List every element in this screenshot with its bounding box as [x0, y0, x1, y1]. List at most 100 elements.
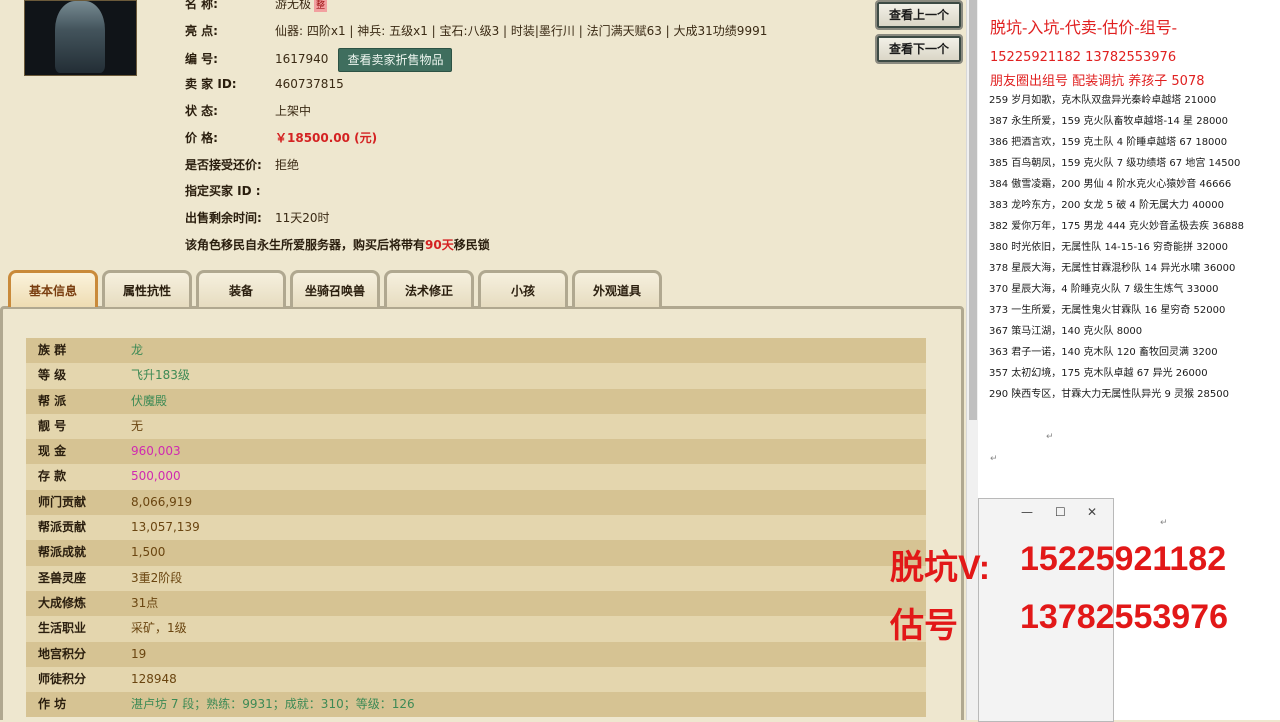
table-row: 族 群龙: [26, 338, 926, 364]
migration-days: 90天: [425, 238, 454, 252]
bargain-key: 是否接受还价:: [185, 158, 262, 172]
tab-basic-info[interactable]: 基本信息: [8, 270, 98, 307]
table-row: 圣兽灵座 3重2阶段: [26, 565, 926, 591]
list-item: 384 傲雪凌霜，200 男仙 4 阶水克火心猿妙音 46666: [989, 179, 1232, 190]
table-row: 地宫积分 19: [26, 641, 926, 667]
price-key: 价 格:: [185, 131, 218, 145]
highlight-key: 亮 点:: [185, 24, 218, 38]
table-row: 等 级 飞升183级: [26, 363, 926, 389]
table-row: 师徒积分 128948: [26, 666, 926, 693]
list-item: 382 爱你万年，175 男龙 444 克火妙音孟极去疾 36888: [989, 221, 1244, 232]
character-portrait: [24, 0, 137, 76]
row-key: 作 坊: [38, 697, 67, 712]
row-value: 飞升183级: [131, 368, 190, 383]
notes-phones: 15225921182 13782553976: [990, 50, 1177, 65]
close-icon[interactable]: ✕: [1087, 505, 1097, 519]
list-item: 387 永生所爱，159 克火队畜牧卓越塔-14 星 28000: [989, 116, 1229, 127]
row-key: 存 款: [38, 469, 67, 484]
migration-post: 移民锁: [453, 238, 490, 252]
overlay-line-2: 估号 13782553976: [890, 598, 1228, 647]
tab-appearance[interactable]: 外观道具: [572, 270, 662, 307]
table-row: 帮 派 伏魔殿: [26, 388, 926, 414]
tab-children[interactable]: 小孩: [478, 270, 568, 307]
row-key: 生活职业: [38, 621, 87, 636]
status-row: 状 态: 上架中: [185, 101, 311, 121]
overlay-label-2: 估号: [890, 607, 958, 645]
highlight-value: 仙器: 四阶x1 | 神兵: 五级x1 | 宝石:八级3 | 时装|墨行川 | …: [275, 24, 768, 38]
status-key: 状 态:: [185, 104, 218, 118]
table-row: 存 款 500,000: [26, 464, 926, 490]
row-value: 960,003: [131, 444, 181, 459]
list-item: 380 时光依旧，无属性队 14-15-16 穷奇能拼 32000: [989, 242, 1229, 253]
list-item: 357 太初幻境，175 克木队卓越 67 异光 26000: [989, 368, 1208, 379]
migration-notice: 该角色移民自永生所爱服务器，购买后将带有90天移民锁: [185, 235, 490, 255]
basic-info-table: 族 群 龙等 级 飞升183级帮 派 伏魔殿靓 号 无现 金 960,003 存 款 500,…: [26, 338, 926, 718]
table-row: 大成修炼 31点: [26, 590, 926, 617]
name-value: 游无极: [275, 0, 312, 11]
table-row: 帮派贡献 13,057,139: [26, 515, 926, 541]
tab-spell-correction[interactable]: 法术修正: [384, 270, 474, 307]
row-value: 19: [131, 646, 147, 661]
seller-row: 卖 家 ID: 460737815: [185, 74, 344, 94]
row-key: 靓 号: [38, 418, 67, 433]
name-badge: 整: [314, 0, 328, 12]
row-value: 8,066,919: [131, 494, 193, 509]
bargain-value: 拒绝: [275, 158, 300, 172]
view-next-button[interactable]: 查看下一个: [875, 34, 963, 64]
row-key: 地宫积分: [38, 646, 87, 661]
trade-detail-pane: 名 称: 游无极整 亮 点: 仙器: 四阶x1 | 神兵: 五级x1 | 宝石:八级…: [0, 0, 966, 720]
list-item: 385 百鸟朝凤，159 克火队 7 级功绩塔 67 地宫 14500: [989, 158, 1241, 169]
row-key: 大成修炼: [38, 595, 87, 610]
row-key: 帮派贡献: [38, 520, 87, 535]
view-seller-items-button[interactable]: 查看卖家折售物品: [338, 47, 453, 72]
price-row: 价 格: ￥18500.00 (元): [185, 128, 377, 148]
price-value: ￥18500.00 (元): [275, 131, 378, 145]
row-value: 龙: [131, 343, 144, 357]
row-key: 族 群: [38, 343, 67, 357]
row-key: 等 级: [38, 368, 67, 383]
status-value: 上架中: [275, 104, 312, 118]
name-row: 名 称: 游无极整: [185, 0, 328, 14]
tab-attributes[interactable]: 属性抗性: [102, 270, 192, 307]
row-value: 31点: [131, 595, 159, 610]
table-row: 作 坊 湛卢坊 7 段；熟练：9931；成就：310；等级：126: [26, 692, 926, 718]
list-item: 386 把酒言欢，159 克土队 4 阶睡卓越塔 67 18000: [989, 137, 1228, 148]
row-value: 13,057,139: [131, 520, 200, 535]
remain-row: 出售剩余时间: 11天20时: [185, 208, 330, 228]
scrollbar-thumb[interactable]: [969, 0, 977, 420]
list-item: 378 星辰大海，无属性甘霖混秒队 14 异光水啸 36000: [989, 263, 1236, 274]
table-row: 生活职业 采矿，1级: [26, 616, 926, 642]
row-key: 师徒积分: [38, 671, 87, 686]
view-previous-button[interactable]: 查看上一个: [875, 0, 963, 30]
row-value: 无: [131, 418, 144, 433]
row-value: 128948: [131, 671, 177, 686]
table-row: 现 金 960,003: [26, 439, 926, 465]
list-item: 259 岁月如歌，克木队双盘异光秦岭卓越塔 21000: [989, 95, 1217, 106]
row-value: 采矿，1级: [131, 621, 187, 636]
row-key: 现 金: [38, 444, 67, 459]
maximize-icon[interactable]: ☐: [1055, 505, 1066, 519]
tab-bar: 基本信息 属性抗性 装备 坐骑召唤兽 法术修正 小孩 外观道具: [0, 270, 966, 308]
overlay-label-1: 脱坑V:: [890, 549, 991, 587]
notes-title: 脱坑-入坑-代卖-估价-组号-: [990, 18, 1178, 37]
row-key: 师门贡献: [38, 494, 87, 509]
return-mark: ↵: [1046, 432, 1054, 442]
row-key: 帮派成就: [38, 545, 87, 560]
list-item: 290 陕西专区，甘霖大力无属性队异光 9 灵猴 28500: [989, 389, 1229, 400]
list-item: 373 一生所爱，无属性鬼火甘霖队 16 星穷奇 52000: [989, 305, 1226, 316]
bargain-row: 是否接受还价: 拒绝: [185, 155, 299, 175]
list-item: 370 星辰大海，4 阶睡克火队 7 级生生炼气 33000: [989, 284, 1219, 295]
tab-mounts-pets[interactable]: 坐骑召唤兽: [290, 270, 380, 307]
row-value: 500,000: [131, 469, 181, 484]
table-row: 靓 号无: [26, 413, 926, 440]
table-row: 帮派成就 1,500: [26, 540, 926, 566]
minimize-icon[interactable]: —: [1021, 505, 1033, 519]
id-value: 1617940: [275, 52, 329, 66]
remain-key: 出售剩余时间:: [185, 211, 262, 225]
name-key: 名 称:: [185, 0, 218, 11]
list-item: 367 策马江湖，140 克火队 8000: [989, 326, 1143, 337]
id-row: 编 号: 1617940 查看卖家折售物品: [185, 47, 453, 72]
tab-equipment[interactable]: 装备: [196, 270, 286, 307]
return-mark: ↵: [990, 454, 998, 464]
row-value: 3重2阶段: [131, 570, 183, 585]
